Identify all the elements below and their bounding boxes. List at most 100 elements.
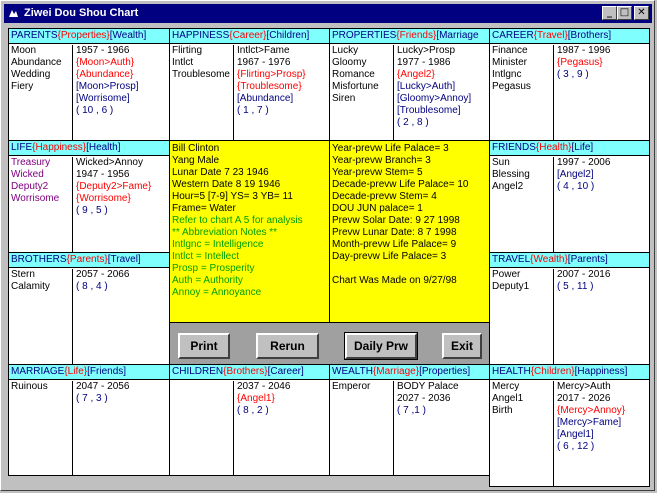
info-line: Prosp = Prosperity	[172, 263, 255, 274]
star-label: Gloomy	[332, 57, 367, 68]
palace-header: CHILDREN{Brothers}[Career]	[170, 365, 329, 380]
palace-secondary: [Life]	[571, 142, 594, 153]
star-label: Pegasus	[492, 81, 531, 92]
detail-line: [Mercy>Fame]	[557, 417, 622, 428]
palace-header: CAREER{Travel}[Brothers]	[490, 29, 649, 44]
detail-line: 1977 - 1986	[397, 57, 451, 68]
palace-stars: Sun Blessing Angel2	[492, 157, 530, 193]
minimize-button[interactable]: _	[602, 6, 617, 20]
palace-name: BROTHERS	[11, 254, 67, 265]
palace-header: PARENTS{Properties}[Wealth]	[9, 29, 169, 44]
info-line: Month-prevw Life Palace= 9	[332, 239, 457, 250]
info-line: Year-prevw Life Palace= 3	[332, 143, 449, 154]
palace-stars: Lucky Gloomy Romance Misfortune Siren	[332, 45, 379, 105]
palace-details: 1957 - 1966 {Moon>Auth} {Abundance} [Moon>P…	[72, 45, 139, 140]
detail-line: 2027 - 2036	[397, 393, 451, 404]
palace-branch: {Properties}	[57, 30, 110, 41]
star-label: Lucky	[332, 45, 359, 56]
palace-stars: Flirting Intlct Troublesome	[172, 45, 230, 81]
palace-stars: Treasury Wicked Deputy2 Worrisome	[11, 157, 59, 205]
palace-details: Wicked>Annoy 1947 - 1956 {Deputy2>Fame} {W…	[72, 157, 151, 252]
title-bar: Ziwei Dou Shou Chart _ □ ✕	[4, 4, 652, 23]
palace-name: FRIENDS	[492, 142, 536, 153]
detail-line: [Lucky>Auth]	[397, 81, 456, 92]
rerun-button[interactable]: Rerun	[256, 333, 319, 359]
palace-branch: {Life}	[64, 366, 88, 377]
star-label: Treasury	[11, 157, 51, 168]
detail-line: ( 2 , 8 )	[397, 117, 429, 128]
close-button[interactable]: ✕	[634, 6, 649, 20]
palace-travel: TRAVEL{Wealth}[Parents] Power Deputy1 2007 …	[489, 252, 650, 365]
info-line: Day-prevw Life Palace= 3	[332, 251, 447, 262]
info-line: Year-prevw Stem= 5	[332, 167, 423, 178]
info-line	[332, 263, 468, 275]
detail-line: ( 1 , 7 )	[237, 105, 269, 116]
info-line: Refer to chart A 5 for analysis	[172, 215, 303, 226]
palace-branch: {Health}	[535, 142, 572, 153]
palace-branch: {Happiness}	[32, 142, 87, 153]
palace-header: BROTHERS{Parents}[Travel]	[9, 253, 169, 268]
palace-name: CHILDREN	[172, 366, 224, 377]
detail-line: BODY Palace	[397, 381, 459, 392]
detail-line: ( 7 , 3 )	[76, 393, 108, 404]
palace-stars: Moon Abundance Wedding Fiery	[11, 45, 62, 93]
star-label: Wicked	[11, 169, 44, 180]
detail-line: 2057 - 2066	[76, 269, 130, 280]
detail-line: ( 8 , 4 )	[76, 281, 108, 292]
palace-details: 2007 - 2016( 5 , 11 )	[553, 269, 610, 364]
palace-children: CHILDREN{Brothers}[Career] 2037 - 2046 {An…	[169, 364, 330, 476]
info-line: Year-prevw Branch= 3	[332, 155, 431, 166]
maximize-button[interactable]: □	[617, 6, 632, 20]
detail-line: [Abundance]	[237, 93, 294, 104]
palace-details: Intlct>Fame 1967 - 1976 {Flirting>Prosp}{…	[233, 45, 306, 140]
preview-info-panel: Year-prevw Life Palace= 3 Year-prevw Bran…	[329, 140, 490, 323]
star-label: Blessing	[492, 169, 530, 180]
daily-preview-button[interactable]: Daily Prw	[344, 332, 418, 360]
detail-line: ( 3 , 9 )	[557, 69, 589, 80]
button-bar: Print Rerun Daily Prw Exit	[169, 322, 490, 365]
app-icon[interactable]	[7, 7, 20, 20]
detail-line: [Gloomy>Annoy]	[397, 93, 472, 104]
app-window: Ziwei Dou Shou Chart _ □ ✕ PARENTS{Prope…	[0, 0, 655, 491]
palace-name: HAPPINESS	[172, 30, 230, 41]
palace-details: 1997 - 2006 [Angel2]( 4 , 10 )	[553, 157, 610, 252]
info-line: Chart Was Made on 9/27/98	[332, 275, 457, 286]
star-label: Wedding	[11, 69, 51, 80]
info-line: DOU JUN palace= 1	[332, 203, 423, 214]
palace-name: PROPERTIES	[332, 30, 397, 41]
palace-secondary: [Marriage	[436, 30, 479, 41]
exit-button[interactable]: Exit	[442, 333, 482, 359]
detail-line: 2037 - 2046	[237, 381, 291, 392]
detail-line: ( 7 ,1 )	[397, 405, 426, 416]
palace-header: WEALTH{Marriage}[Properties]	[330, 365, 489, 380]
star-label: Misfortune	[332, 81, 379, 92]
detail-line: {Deputy2>Fame}	[76, 181, 152, 192]
info-line: Prevw Solar Date: 9 27 1998	[332, 215, 460, 226]
star-label: Finance	[492, 45, 528, 56]
palace-details: 2057 - 2066( 8 , 4 )	[72, 269, 129, 364]
palace-details: 2037 - 2046 {Angel1}( 8 , 2 )	[233, 381, 290, 475]
detail-line: [Angel2]	[557, 169, 594, 180]
detail-line: ( 6 , 12 )	[557, 441, 595, 452]
detail-line: 1957 - 1966	[76, 45, 130, 56]
detail-line: {Angel2}	[397, 69, 435, 80]
star-label: Flirting	[172, 45, 203, 56]
detail-line: {Moon>Auth}	[76, 57, 135, 68]
star-label: Fiery	[11, 81, 34, 92]
star-label: Mercy	[492, 381, 520, 392]
palace-branch: {Brothers}	[223, 366, 268, 377]
info-line: Hour=5 [7-9] YS= 3 YB= 11	[172, 191, 293, 202]
palace-name: MARRIAGE	[11, 366, 65, 377]
palace-header: FRIENDS{Health}[Life]	[490, 141, 649, 156]
print-button[interactable]: Print	[178, 333, 230, 359]
palace-branch: {Children}	[530, 366, 575, 377]
detail-line: ( 10 , 6 )	[76, 105, 114, 116]
detail-line: {Mercy>Annoy}	[557, 405, 626, 416]
palace-secondary: [Travel]	[107, 254, 141, 265]
star-label: Minister	[492, 57, 528, 68]
palace-branch: {Marriage}	[372, 366, 420, 377]
detail-line: {Abundance}	[76, 69, 134, 80]
detail-line: [Moon>Prosp]	[76, 81, 139, 92]
palace-happiness: HAPPINESS{Career}[Children] Flirting Intlc…	[169, 28, 330, 141]
detail-line: [Angel1]	[557, 429, 594, 440]
